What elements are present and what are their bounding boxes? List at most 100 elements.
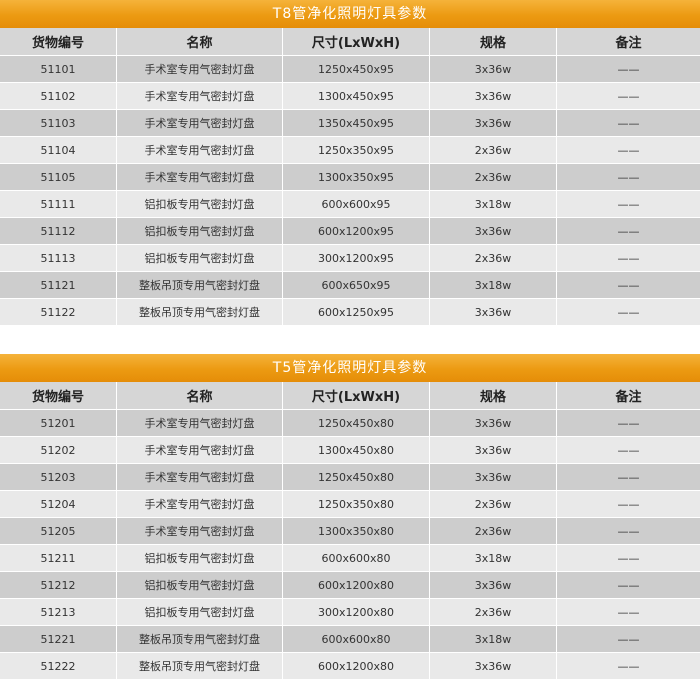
cell-spec: 3x36w [430,218,557,244]
cell-remark: —— [617,578,640,592]
cell-remark: —— [617,632,640,646]
cell-name: 手术室专用气密封灯盘 [117,437,283,463]
table-row: 51213 铝扣板专用气密封灯盘 300x1200x80 2x36w —— [0,599,700,626]
header-item-number: 货物编号 [0,382,117,409]
cell-remark: —— [617,659,640,673]
cell-size: 1350x450x95 [283,110,430,136]
cell-spec: 3x36w [430,299,557,325]
cell-spec: 2x36w [430,491,557,517]
cell-name: 手术室专用气密封灯盘 [117,464,283,490]
cell-size: 1300x350x80 [283,518,430,544]
header-size: 尺寸(LxWxH) [283,382,430,409]
header-size: 尺寸(LxWxH) [283,28,430,55]
cell-size: 600x600x80 [283,545,430,571]
cell-item-number: 51204 [0,491,117,517]
cell-spec: 3x36w [430,410,557,436]
cell-size: 600x600x80 [283,626,430,652]
cell-item-number: 51203 [0,464,117,490]
table-title: T5管净化照明灯具参数 [0,354,700,382]
header-spec: 规格 [430,382,557,409]
cell-size: 1300x350x95 [283,164,430,190]
cell-spec: 2x36w [430,518,557,544]
cell-remark: —— [617,605,640,619]
cell-size: 300x1200x80 [283,599,430,625]
cell-item-number: 51121 [0,272,117,298]
table-header-row: 货物编号 名称 尺寸(LxWxH) 规格 备注 [0,382,700,410]
table-header-row: 货物编号 名称 尺寸(LxWxH) 规格 备注 [0,28,700,56]
table-row: 51103 手术室专用气密封灯盘 1350x450x95 3x36w —— [0,110,700,137]
header-remark: 备注 [615,36,642,51]
cell-spec: 3x36w [430,83,557,109]
cell-spec: 3x18w [430,626,557,652]
table-body: 51201 手术室专用气密封灯盘 1250x450x80 3x36w —— 51202 手术… [0,410,700,680]
cell-spec: 2x36w [430,245,557,271]
table-row: 51204 手术室专用气密封灯盘 1250x350x80 2x36w —— [0,491,700,518]
table-row: 51203 手术室专用气密封灯盘 1250x450x80 3x36w —— [0,464,700,491]
cell-item-number: 51211 [0,545,117,571]
table-row: 51121 整板吊顶专用气密封灯盘 600x650x95 3x18w —— [0,272,700,299]
cell-item-number: 51212 [0,572,117,598]
cell-name: 铝扣板专用气密封灯盘 [117,245,283,271]
cell-item-number: 51111 [0,191,117,217]
table-row: 51205 手术室专用气密封灯盘 1300x350x80 2x36w —— [0,518,700,545]
table-body: 51101 手术室专用气密封灯盘 1250x450x95 3x36w —— 51102 手术… [0,56,700,326]
cell-spec: 3x36w [430,464,557,490]
cell-remark: —— [617,197,640,211]
cell-size: 600x650x95 [283,272,430,298]
cell-name: 手术室专用气密封灯盘 [117,164,283,190]
cell-size: 1250x450x80 [283,410,430,436]
t5-spec-table: T5管净化照明灯具参数 货物编号 名称 尺寸(LxWxH) 规格 备注 5120… [0,354,700,680]
cell-spec: 3x18w [430,272,557,298]
cell-remark: —— [617,443,640,457]
cell-name: 整板吊顶专用气密封灯盘 [117,272,283,298]
cell-size: 1300x450x95 [283,83,430,109]
table-row: 51122 整板吊顶专用气密封灯盘 600x1250x95 3x36w —— [0,299,700,326]
table-title: T8管净化照明灯具参数 [0,0,700,28]
header-name: 名称 [117,28,283,55]
cell-remark: —— [617,551,640,565]
cell-item-number: 51102 [0,83,117,109]
cell-spec: 2x36w [430,599,557,625]
table-row: 51104 手术室专用气密封灯盘 1250x350x95 2x36w —— [0,137,700,164]
cell-remark: —— [617,170,640,184]
table-row: 51102 手术室专用气密封灯盘 1300x450x95 3x36w —— [0,83,700,110]
cell-remark: —— [617,89,640,103]
cell-item-number: 51105 [0,164,117,190]
table-row: 51101 手术室专用气密封灯盘 1250x450x95 3x36w —— [0,56,700,83]
cell-spec: 2x36w [430,137,557,163]
cell-item-number: 51221 [0,626,117,652]
table-row: 51202 手术室专用气密封灯盘 1300x450x80 3x36w —— [0,437,700,464]
cell-name: 铝扣板专用气密封灯盘 [117,599,283,625]
cell-name: 铝扣板专用气密封灯盘 [117,191,283,217]
header-name: 名称 [117,382,283,409]
cell-remark: —— [617,278,640,292]
cell-name: 铝扣板专用气密封灯盘 [117,572,283,598]
cell-remark: —— [617,470,640,484]
header-remark: 备注 [615,390,642,405]
cell-name: 铝扣板专用气密封灯盘 [117,218,283,244]
cell-name: 手术室专用气密封灯盘 [117,491,283,517]
cell-remark: —— [617,524,640,538]
cell-spec: 3x36w [430,56,557,82]
cell-name: 铝扣板专用气密封灯盘 [117,545,283,571]
cell-remark: —— [617,143,640,157]
table-row: 51111 铝扣板专用气密封灯盘 600x600x95 3x18w —— [0,191,700,218]
cell-name: 手术室专用气密封灯盘 [117,83,283,109]
cell-item-number: 51205 [0,518,117,544]
cell-size: 1250x450x80 [283,464,430,490]
cell-item-number: 51104 [0,137,117,163]
cell-spec: 3x36w [430,110,557,136]
table-row: 51211 铝扣板专用气密封灯盘 600x600x80 3x18w —— [0,545,700,572]
cell-size: 600x1250x95 [283,299,430,325]
table-row: 51222 整板吊顶专用气密封灯盘 600x1200x80 3x36w —— [0,653,700,680]
cell-remark: —— [617,224,640,238]
table-row: 51221 整板吊顶专用气密封灯盘 600x600x80 3x18w —— [0,626,700,653]
cell-name: 手术室专用气密封灯盘 [117,110,283,136]
cell-item-number: 51201 [0,410,117,436]
cell-item-number: 51103 [0,110,117,136]
cell-name: 手术室专用气密封灯盘 [117,518,283,544]
cell-item-number: 51112 [0,218,117,244]
cell-size: 1250x450x95 [283,56,430,82]
table-row: 51113 铝扣板专用气密封灯盘 300x1200x95 2x36w —— [0,245,700,272]
cell-spec: 3x36w [430,437,557,463]
